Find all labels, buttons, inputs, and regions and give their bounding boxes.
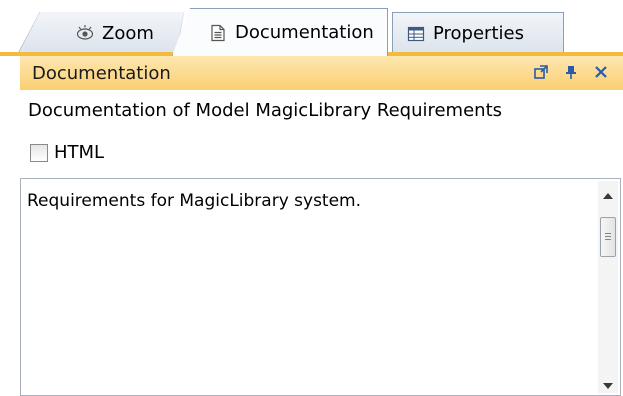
scrollbar-thumb[interactable] [600,217,616,257]
tab-documentation-label: Documentation [235,22,374,43]
vertical-scrollbar[interactable] [598,181,618,393]
tab-properties[interactable]: Properties [392,12,564,54]
panel-title: Documentation [32,62,171,84]
panel-controls [533,64,609,80]
documentation-subtitle: Documentation of Model MagicLibrary Requ… [28,100,503,121]
tab-zoom[interactable]: Zoom [18,12,184,54]
panel-header: Documentation [20,56,623,90]
pin-icon[interactable] [563,64,579,80]
documentation-window: Zoom Documentation Properties Documentat… [0,0,623,396]
tab-strip: Zoom Documentation Properties [0,0,623,56]
html-checkbox[interactable] [30,143,48,162]
html-checkbox-label[interactable]: HTML [54,142,104,163]
scroll-up-arrow-icon[interactable] [602,187,614,199]
eye-icon [76,24,94,42]
document-icon [209,24,227,42]
documentation-text-area[interactable]: Requirements for MagicLibrary system. [20,178,621,396]
properties-table-icon [407,25,425,43]
html-checkbox-row: HTML [30,142,104,163]
thumb-grip-line [605,233,611,234]
thumb-grip-line [605,236,611,237]
popout-icon[interactable] [533,64,549,80]
thumb-grip-line [605,239,611,240]
close-icon[interactable] [593,64,609,80]
scroll-down-arrow-icon[interactable] [602,377,614,389]
tab-documentation[interactable]: Documentation [172,8,388,56]
tab-properties-label: Properties [433,23,524,44]
documentation-text[interactable]: Requirements for MagicLibrary system. [27,191,361,211]
documentation-panel: Documentation Documentation of Model Mag… [20,56,623,396]
tab-zoom-label: Zoom [102,22,154,44]
